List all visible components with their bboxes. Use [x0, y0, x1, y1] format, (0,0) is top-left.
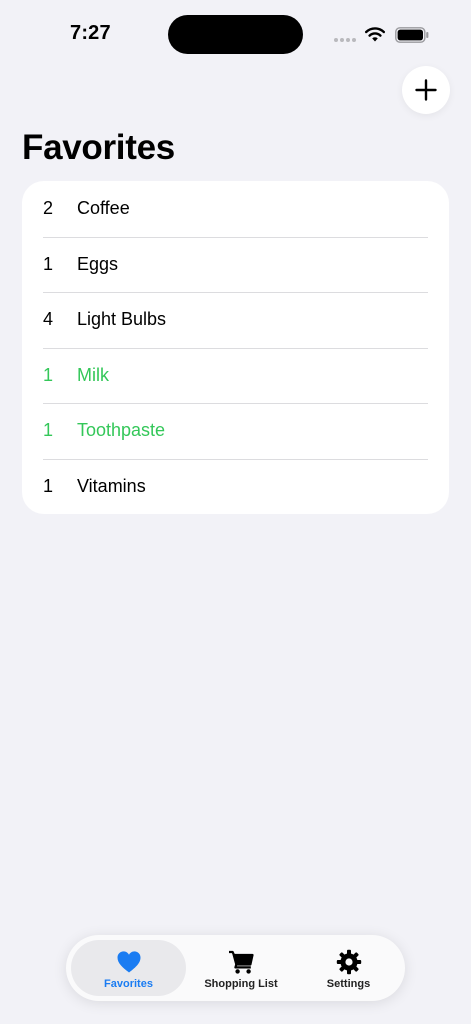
item-name: Light Bulbs: [77, 309, 167, 330]
tab-label: Shopping List: [204, 978, 278, 990]
heart-icon: [117, 951, 140, 973]
dynamic-island: [168, 15, 303, 54]
list-item[interactable]: 1 Vitamins: [22, 458, 449, 515]
tab-bar: Favorites Shopping List Settings: [66, 935, 405, 1001]
list-item[interactable]: 1 Toothpaste: [22, 403, 449, 459]
item-quantity: 1: [43, 253, 54, 274]
item-quantity: 1: [43, 364, 54, 385]
add-button[interactable]: [402, 66, 450, 114]
battery-icon: [395, 27, 429, 43]
tab-settings[interactable]: Settings: [296, 940, 401, 996]
list-item[interactable]: 2 Coffee: [22, 181, 449, 237]
tab-label: Favorites: [104, 978, 153, 990]
item-name: Vitamins: [77, 475, 146, 496]
item-name: Milk: [77, 364, 109, 385]
item-quantity: 1: [43, 475, 54, 496]
status-time: 7:27: [70, 22, 111, 44]
wifi-icon: [365, 27, 385, 42]
cart-icon: [229, 950, 254, 974]
item-name: Eggs: [77, 253, 119, 274]
page-title: Favorites: [22, 128, 175, 167]
list-item[interactable]: 1 Milk: [22, 347, 449, 404]
list-item[interactable]: 4 Light Bulbs: [22, 292, 449, 348]
plus-icon: [415, 79, 437, 101]
list-item[interactable]: 1 Eggs: [22, 236, 449, 293]
tab-shopping-list[interactable]: Shopping List: [186, 940, 296, 996]
gear-icon: [336, 949, 361, 975]
item-quantity: 1: [43, 420, 54, 441]
tab-favorites[interactable]: Favorites: [71, 940, 186, 996]
item-name: Coffee: [77, 198, 130, 219]
status-bar: 7:27: [0, 0, 471, 70]
cellular-signal-icon: [334, 38, 356, 42]
item-quantity: 2: [43, 198, 54, 219]
item-quantity: 4: [43, 309, 54, 330]
favorites-list: 2 Coffee 1 Eggs 4 Light Bulbs 1 Milk 1 T…: [22, 181, 449, 514]
item-name: Toothpaste: [77, 420, 166, 441]
tab-label: Settings: [326, 978, 371, 990]
